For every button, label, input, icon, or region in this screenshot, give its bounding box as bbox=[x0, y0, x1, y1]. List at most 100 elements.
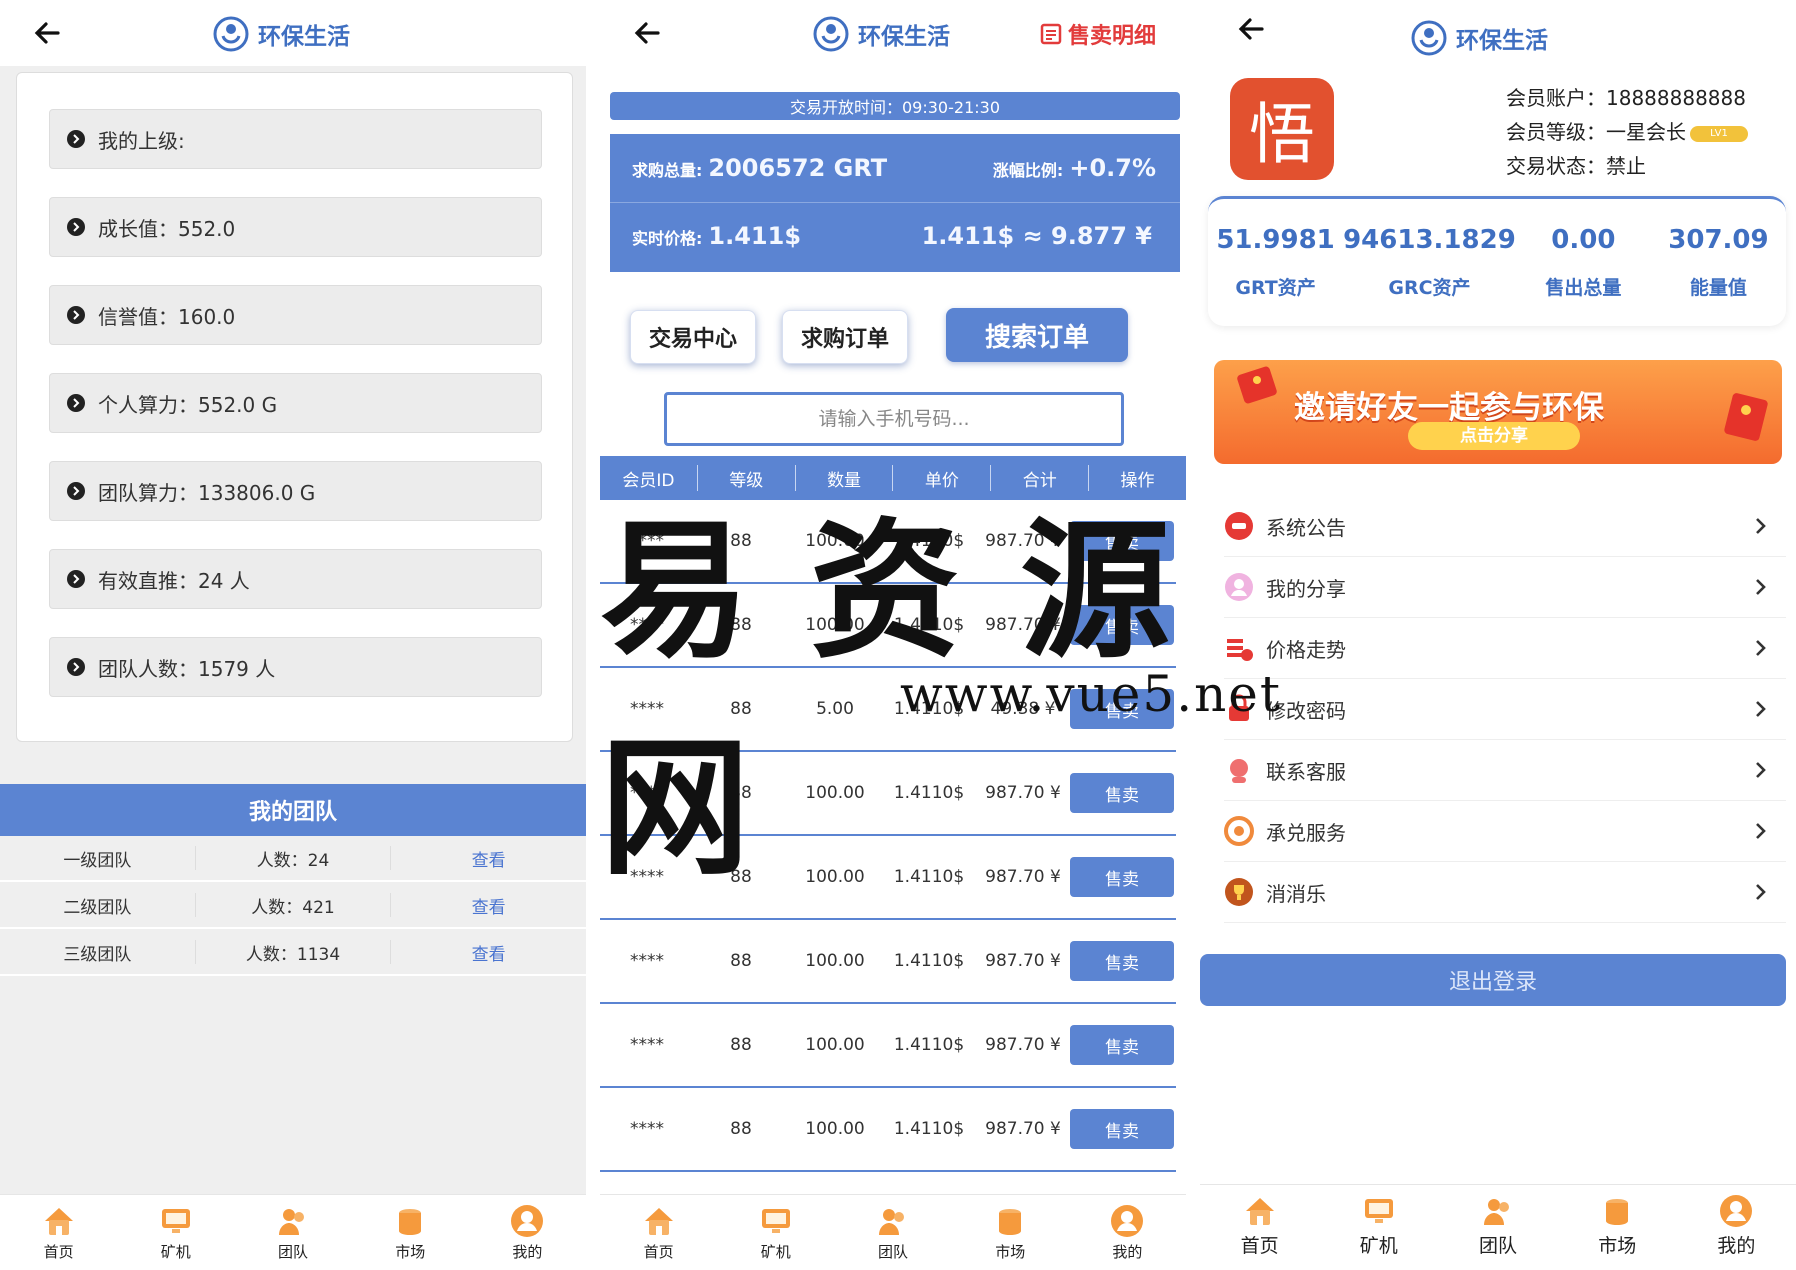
cell-id: **** bbox=[630, 1035, 664, 1055]
chart-icon bbox=[1227, 639, 1253, 661]
asset-value: 94613.1829 bbox=[1343, 225, 1516, 255]
team-row: 三级团队 人数：1134 查看 bbox=[0, 930, 586, 976]
sell-button[interactable]: 售卖 bbox=[1070, 857, 1174, 897]
tab-miner[interactable]: 矿机 bbox=[717, 1195, 834, 1270]
sell-button[interactable]: 售卖 bbox=[1070, 1109, 1174, 1149]
tab-team[interactable]: 团队 bbox=[834, 1195, 951, 1270]
team-icon bbox=[1484, 1199, 1509, 1225]
tab-buy-orders[interactable]: 求购订单 bbox=[782, 310, 908, 364]
cell-level: 88 bbox=[730, 1119, 752, 1139]
tab-mine[interactable]: 我的 bbox=[1677, 1185, 1796, 1270]
tab-home[interactable]: 首页 bbox=[600, 1195, 717, 1270]
info-row-text: 团队算力：133806.0 G bbox=[98, 480, 316, 505]
my-team-header: 我的团队 bbox=[0, 784, 586, 836]
red-envelope-icon bbox=[1237, 366, 1277, 404]
menu-item-exchange[interactable]: 承兑服务 bbox=[1224, 801, 1786, 862]
tab-trade-center[interactable]: 交易中心 bbox=[630, 310, 756, 364]
sell-button[interactable]: 售卖 bbox=[1070, 605, 1174, 645]
menu-item-notice[interactable]: 系统公告 bbox=[1224, 496, 1786, 557]
table-row: **** 88 100.00 1.4110$ 987.70 ¥ 售卖 bbox=[600, 1004, 1176, 1088]
sell-button[interactable]: 售卖 bbox=[1070, 689, 1174, 729]
coins-icon bbox=[1606, 1199, 1629, 1225]
sell-button[interactable]: 售卖 bbox=[1070, 773, 1174, 813]
info-row-personal-power: 个人算力：552.0 G bbox=[49, 373, 542, 433]
tab-label: 矿机 bbox=[1359, 1235, 1398, 1257]
menu-item-customer-service[interactable]: 联系客服 bbox=[1224, 740, 1786, 801]
tab-miner[interactable]: 矿机 bbox=[1319, 1185, 1438, 1270]
info-row-growth: 成长值：552.0 bbox=[49, 197, 542, 257]
tab-mine[interactable]: 我的 bbox=[1069, 1195, 1186, 1270]
trade-status: 交易状态：禁止 bbox=[1506, 154, 1646, 178]
chevron-circle-icon bbox=[67, 482, 85, 500]
user-circle-icon bbox=[1720, 1195, 1753, 1227]
asset-summary-card: 51.9981 GRT资产 94613.1829 GRC资产 0.00 售出总量 30… bbox=[1208, 196, 1786, 326]
view-link[interactable]: 查看 bbox=[391, 940, 586, 965]
stat-label: 涨幅比例: bbox=[992, 161, 1064, 180]
change-rate: 涨幅比例: +0.7% bbox=[993, 154, 1156, 182]
view-link[interactable]: 查看 bbox=[391, 846, 586, 871]
price-conversion: 1.411$ ≈ 9.877 ¥ bbox=[922, 222, 1152, 250]
cell-id: **** bbox=[630, 783, 664, 803]
share-icon bbox=[1225, 573, 1253, 601]
tab-miner[interactable]: 矿机 bbox=[117, 1195, 234, 1270]
member-level-text: 会员等级：一星会长 bbox=[1506, 120, 1686, 144]
view-link[interactable]: 查看 bbox=[391, 893, 586, 918]
info-row-direct-referrals: 有效直推：24 人 bbox=[49, 549, 542, 609]
sell-button[interactable]: 售卖 bbox=[1070, 941, 1174, 981]
cell-id: **** bbox=[630, 531, 664, 551]
cell-qty: 100.00 bbox=[805, 531, 865, 551]
orders-table-header: 会员ID 等级 数量 单价 合计 操作 bbox=[600, 456, 1186, 500]
share-button[interactable]: 点击分享 bbox=[1408, 422, 1580, 450]
column-header: 会员ID bbox=[622, 470, 675, 491]
tab-team[interactable]: 团队 bbox=[1438, 1185, 1557, 1270]
tab-market[interactable]: 市场 bbox=[1558, 1185, 1677, 1270]
tab-mine[interactable]: 我的 bbox=[469, 1195, 586, 1270]
monitor-icon bbox=[161, 1209, 190, 1233]
back-arrow-icon[interactable] bbox=[32, 18, 62, 48]
cell-level: 88 bbox=[730, 615, 752, 635]
menu-item-match-game[interactable]: 消消乐 bbox=[1224, 862, 1786, 923]
sell-button[interactable]: 售卖 bbox=[1070, 521, 1174, 561]
menu-item-price-trend[interactable]: 价格走势 bbox=[1224, 618, 1786, 679]
cell-qty: 100.00 bbox=[805, 1035, 865, 1055]
tab-label: 团队 bbox=[878, 1243, 909, 1261]
team-icon bbox=[279, 1209, 304, 1235]
service-icon bbox=[1230, 759, 1248, 783]
tab-team[interactable]: 团队 bbox=[234, 1195, 351, 1270]
top-bar: 环保生活 bbox=[0, 0, 586, 66]
bottom-tab-bar: 首页 矿机 团队 市场 我的 bbox=[0, 1194, 586, 1270]
chevron-right-icon bbox=[1756, 762, 1766, 778]
logout-button[interactable]: 退出登录 bbox=[1200, 954, 1786, 1006]
phone-search-input[interactable]: 请输入手机号码... bbox=[664, 392, 1124, 446]
tab-label: 首页 bbox=[1240, 1235, 1279, 1257]
tab-market[interactable]: 市场 bbox=[352, 1195, 469, 1270]
sell-detail-link[interactable]: 售卖明细 bbox=[1040, 18, 1156, 50]
menu-item-change-password[interactable]: 修改密码 bbox=[1224, 679, 1786, 740]
menu-label: 修改密码 bbox=[1266, 698, 1346, 723]
tab-market[interactable]: 市场 bbox=[952, 1195, 1069, 1270]
cell-price: 1.4110$ bbox=[893, 531, 965, 551]
brand-title: 环保生活 bbox=[858, 24, 950, 50]
chevron-circle-icon bbox=[67, 306, 85, 324]
exchange-icon bbox=[1224, 816, 1254, 846]
back-arrow-icon[interactable] bbox=[1236, 14, 1266, 44]
sell-button[interactable]: 售卖 bbox=[1070, 1025, 1174, 1065]
chevron-right-icon bbox=[1756, 518, 1766, 534]
search-orders-button[interactable]: 搜索订单 bbox=[946, 308, 1128, 362]
cell-total: 987.70 ¥ bbox=[985, 867, 1061, 887]
tab-label: 市场 bbox=[395, 1243, 426, 1261]
coins-icon bbox=[999, 1209, 1022, 1235]
invite-banner[interactable]: 邀请好友一起参与环保 点击分享 bbox=[1214, 360, 1782, 464]
asset-grc: 94613.1829 GRC资产 bbox=[1343, 199, 1516, 326]
cell-qty: 100.00 bbox=[805, 783, 865, 803]
cell-id: **** bbox=[630, 951, 664, 971]
menu-item-share[interactable]: 我的分享 bbox=[1224, 557, 1786, 618]
cell-total: 987.70 ¥ bbox=[985, 531, 1061, 551]
back-arrow-icon[interactable] bbox=[632, 18, 662, 48]
cell-total: 987.70 ¥ bbox=[985, 951, 1061, 971]
tab-home[interactable]: 首页 bbox=[1200, 1185, 1319, 1270]
asset-grt: 51.9981 GRT资产 bbox=[1208, 199, 1343, 326]
cell-id: **** bbox=[630, 615, 664, 635]
info-row-team-size: 团队人数：1579 人 bbox=[49, 637, 542, 697]
tab-home[interactable]: 首页 bbox=[0, 1195, 117, 1270]
